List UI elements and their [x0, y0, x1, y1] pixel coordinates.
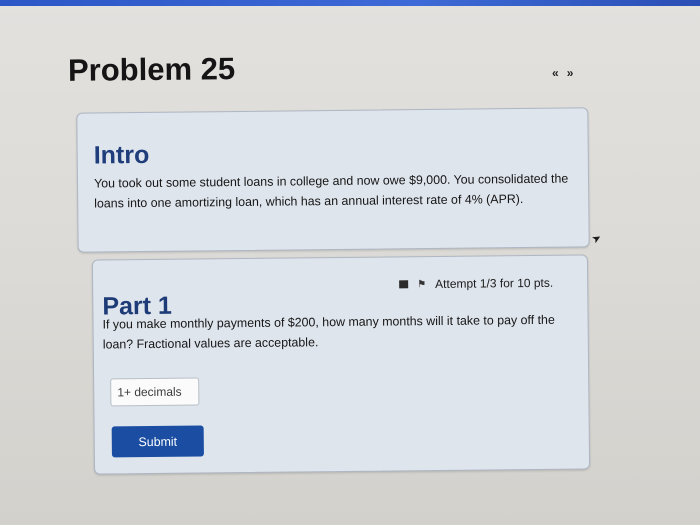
double-chevron-left-icon[interactable]: «	[552, 66, 559, 80]
square-icon	[399, 280, 409, 289]
submit-button[interactable]: Submit	[111, 425, 204, 458]
attempt-status: ⚑ Attempt 1/3 for 10 pts.	[399, 276, 553, 292]
double-chevron-right-icon[interactable]: »	[567, 66, 574, 80]
mouse-pointer-icon: ➤	[589, 231, 604, 247]
page-title: Problem 25	[67, 51, 236, 88]
browser-top-bar	[0, 0, 700, 6]
intro-heading: Intro	[93, 140, 150, 170]
attempt-text: Attempt 1/3 for 10 pts.	[435, 275, 554, 292]
part1-question: If you make monthly payments of $200, ho…	[102, 312, 555, 352]
answer-input[interactable]	[110, 377, 200, 407]
part1-card: ⚑ Attempt 1/3 for 10 pts. Part 1 If you …	[91, 254, 591, 475]
problem-navigation: « »	[552, 66, 573, 80]
intro-text: You took out some student loans in colle…	[93, 171, 569, 211]
intro-card: Intro You took out some student loans in…	[76, 107, 590, 253]
flag-icon[interactable]: ⚑	[417, 279, 426, 290]
